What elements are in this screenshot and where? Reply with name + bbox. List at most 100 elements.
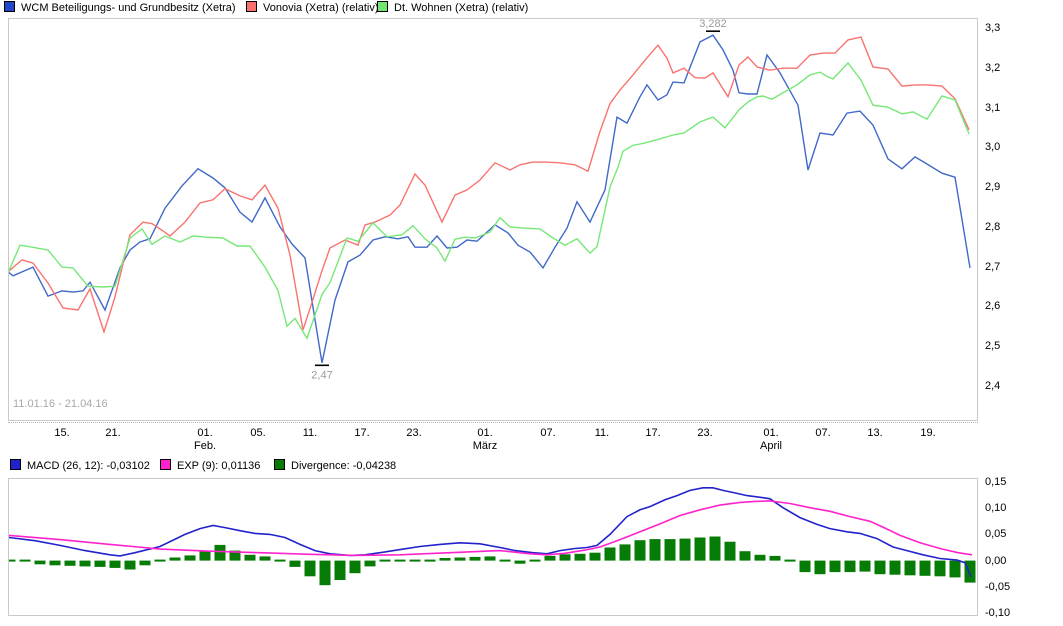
- price-legend-swatch-icon: [246, 1, 257, 12]
- divergence-bar: [409, 559, 421, 562]
- divergence-bar: [769, 555, 781, 561]
- divergence-bar: [619, 544, 631, 561]
- divergence-bar: [844, 560, 856, 573]
- date-range-label: 11.01.16 - 21.04.16: [13, 398, 108, 410]
- price-y-tick-label: 2,9: [985, 181, 1001, 194]
- price-legend-label: WCM Beteiligungs- und Grundbesitz (Xetra…: [21, 2, 236, 14]
- price-chart-panel[interactable]: 3,282 2,47 11.01.16 - 21.04.16: [8, 18, 978, 421]
- x-tick-label: 07.: [815, 427, 831, 439]
- price-y-tick-label: 3,3: [985, 22, 1001, 34]
- divergence-bar: [379, 559, 391, 562]
- x-tick-label: 07.: [540, 427, 556, 439]
- divergence-bar: [34, 560, 46, 565]
- price-legend-swatch-icon: [377, 1, 388, 12]
- price-legend-label: Dt. Wohnen (Xetra) (relativ): [394, 2, 529, 14]
- x-tick-label: 17.: [645, 427, 661, 439]
- price-series-line: [9, 61, 970, 340]
- divergence-bar: [64, 560, 76, 566]
- divergence-bar: [694, 537, 706, 561]
- macd-legend-label: EXP (9): 0,01136: [177, 460, 261, 472]
- macd-legend-swatch-icon: [10, 459, 21, 470]
- divergence-bar: [169, 557, 181, 561]
- x-tick-label: 23.: [697, 427, 713, 439]
- divergence-bar: [94, 560, 106, 567]
- x-tick-label: 17.: [354, 427, 370, 439]
- divergence-bar: [124, 560, 136, 570]
- divergence-bar: [424, 559, 436, 562]
- divergence-bar: [919, 560, 931, 576]
- divergence-bar: [484, 556, 496, 561]
- divergence-bar: [664, 539, 676, 561]
- price-chart-plot: 3,282 2,47: [9, 19, 971, 381]
- macd-line: [9, 487, 972, 578]
- price-y-tick-label: 3,2: [985, 61, 1001, 74]
- macd-legend-item: MACD (26, 12): -0,03102: [10, 459, 150, 472]
- divergence-bar: [9, 559, 16, 562]
- divergence-bar: [949, 560, 961, 578]
- divergence-bar: [754, 554, 766, 561]
- macd-legend-label: Divergence: -0,04238: [291, 460, 397, 472]
- macd-legend: MACD (26, 12): -0,03102 EXP (9): 0,01136 D…: [0, 458, 1063, 474]
- divergence-bar: [574, 553, 586, 561]
- divergence-bar: [934, 560, 946, 577]
- x-tick-label: 05.: [250, 427, 266, 439]
- divergence-bar: [709, 536, 721, 561]
- stock-chart-widget: WCM Beteiligungs- und Grundbesitz (Xetra…: [0, 0, 1063, 626]
- macd-legend-swatch-icon: [160, 459, 171, 470]
- macd-legend-swatch-icon: [274, 459, 285, 470]
- x-tick-label: 15.: [54, 427, 70, 439]
- divergence-bar: [394, 559, 406, 562]
- price-y-tick-label: 2,4: [985, 380, 1001, 392]
- divergence-bar: [49, 560, 61, 566]
- x-tick-label: 11.: [594, 427, 610, 439]
- divergence-bar: [874, 560, 886, 575]
- x-tick-label: 19.: [920, 427, 936, 439]
- price-y-tick-label: 3,0: [985, 141, 1001, 154]
- macd-y-tick-label: 0,15: [985, 476, 1007, 488]
- divergence-bar: [604, 547, 616, 561]
- x-axis-tick-row: [8, 422, 978, 423]
- divergence-bar: [859, 560, 871, 572]
- divergence-bar: [244, 554, 256, 561]
- divergence-bar: [829, 560, 841, 573]
- divergence-bar: [589, 552, 601, 561]
- divergence-bar: [469, 556, 481, 561]
- divergence-bar: [19, 559, 31, 562]
- divergence-bar: [454, 557, 466, 561]
- x-tick-month-label: April: [759, 440, 783, 452]
- macd-legend-item: EXP (9): 0,01136: [160, 459, 260, 472]
- divergence-bar: [634, 540, 646, 561]
- divergence-bar: [349, 560, 361, 574]
- divergence-bar: [544, 555, 556, 561]
- divergence-bar: [79, 560, 91, 567]
- price-y-tick-label: 3,1: [985, 101, 1001, 114]
- divergence-bar: [724, 541, 736, 561]
- macd-y-tick-label: 0,05: [985, 528, 1007, 541]
- divergence-bar: [139, 560, 151, 566]
- divergence-bar: [439, 558, 451, 561]
- divergence-bar: [214, 544, 226, 561]
- price-y-tick-label: 2,7: [985, 260, 1001, 273]
- macd-y-tick-label: -0,05: [985, 580, 1011, 593]
- x-tick-label: 11.: [302, 427, 318, 439]
- divergence-bar: [649, 539, 661, 561]
- divergence-bar: [904, 560, 916, 576]
- x-tick-month-label: Feb.: [193, 440, 217, 452]
- macd-y-tick-label: -0,10: [985, 607, 1011, 619]
- divergence-bar: [784, 559, 796, 562]
- divergence-bar: [334, 560, 346, 580]
- annotation-label: 3,282: [699, 19, 727, 30]
- price-legend-item: Dt. Wohnen (Xetra) (relativ): [377, 1, 528, 14]
- macd-y-tick-label: 0,10: [985, 502, 1007, 515]
- x-tick-label: 01. April: [759, 427, 783, 452]
- macd-y-tick-label: 0,00: [985, 554, 1007, 567]
- annotation-label: 2,47: [311, 369, 332, 381]
- x-tick-label: 23.: [406, 427, 422, 439]
- price-y-tick-label: 2,8: [985, 220, 1001, 233]
- price-y-tick-label: 2,5: [985, 340, 1001, 353]
- x-tick-label: 01. März: [472, 427, 498, 452]
- divergence-bar: [499, 559, 511, 562]
- divergence-bar: [364, 560, 376, 567]
- macd-chart-panel[interactable]: [8, 478, 978, 616]
- divergence-bar: [274, 559, 286, 562]
